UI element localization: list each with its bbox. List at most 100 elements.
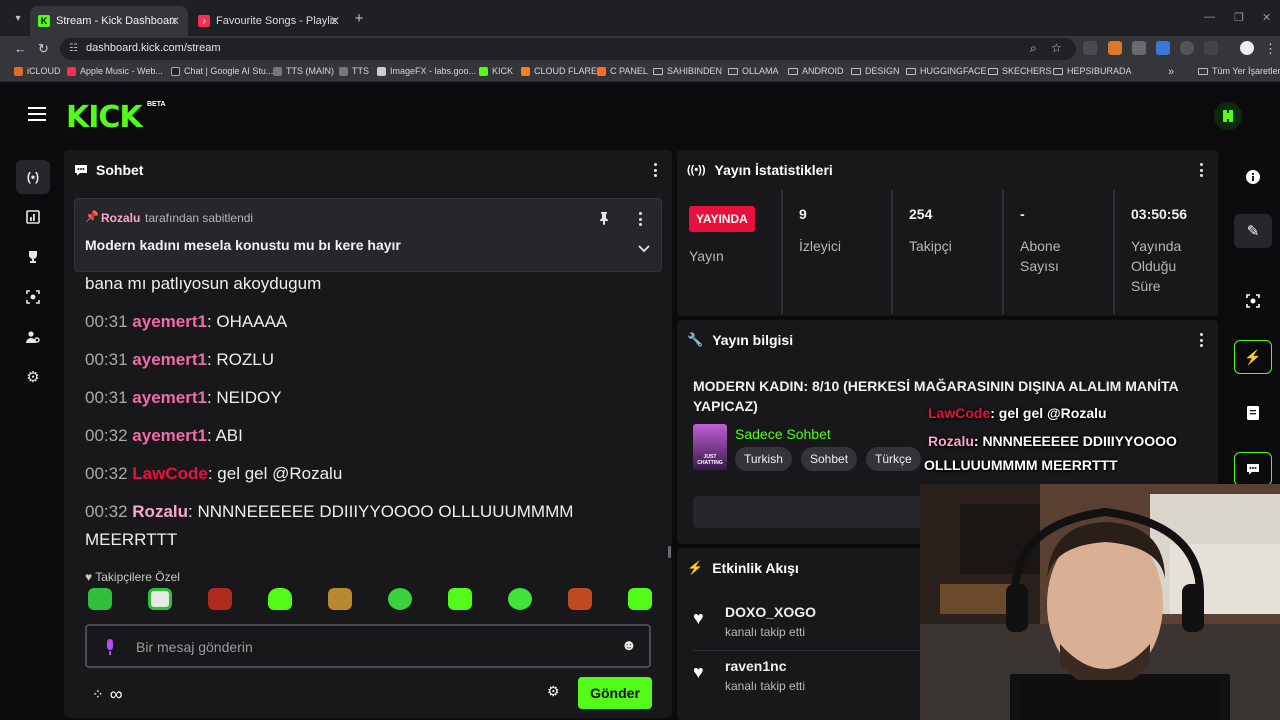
tag-turkce[interactable]: Türkçe (866, 447, 921, 471)
nav-community[interactable] (16, 320, 50, 354)
notes-button[interactable] (1234, 396, 1272, 430)
category-thumbnail[interactable]: JUST CHATTING (693, 424, 727, 470)
pencil-icon: ✎ (1246, 223, 1260, 240)
chat-username[interactable]: ayemert1 (132, 426, 207, 445)
user-avatar[interactable] (1214, 102, 1242, 130)
chat-toggle-button[interactable] (1234, 452, 1272, 486)
extension-icon[interactable] (1132, 41, 1146, 55)
stream-info-options-icon[interactable] (1200, 333, 1204, 347)
bookmark-item[interactable]: ImageFX - labs.goo... (377, 66, 476, 76)
emote[interactable] (148, 588, 172, 610)
chat-username[interactable]: ayemert1 (132, 388, 207, 407)
bookmark-item[interactable]: Apple Music - Web... (67, 66, 163, 76)
restore-icon[interactable]: ❐ (1234, 11, 1244, 24)
close-window-icon[interactable]: ✕ (1262, 11, 1271, 24)
chat-settings-gear-icon[interactable]: ⚙ (547, 683, 560, 700)
nav-analytics[interactable] (16, 200, 50, 234)
extensions-puzzle-icon[interactable] (1204, 41, 1218, 55)
nav-stream[interactable]: (•) (16, 160, 50, 194)
minimize-icon[interactable]: — (1204, 11, 1215, 23)
tag-turkish[interactable]: Turkish (735, 447, 792, 471)
emote[interactable] (388, 588, 412, 610)
bookmarks-overflow-button[interactable]: » (1168, 66, 1174, 78)
new-tab-button[interactable]: + (350, 9, 368, 27)
info-button[interactable] (1234, 160, 1272, 194)
bookmark-folder[interactable]: SKECHERS (988, 66, 1052, 76)
tab-search-button[interactable]: ▾ (9, 9, 27, 27)
microphone-icon[interactable] (105, 639, 115, 655)
close-tab-icon[interactable]: ✕ (330, 14, 340, 28)
bookmark-folder[interactable]: HUGGINGFACE (906, 66, 987, 76)
divider (693, 650, 923, 651)
chevron-down-icon[interactable] (638, 245, 650, 253)
extension-icon[interactable] (1156, 41, 1170, 55)
reload-icon[interactable]: ↻ (38, 41, 49, 57)
bookmarks-bar: iCLOUD Apple Music - Web... Chat | Googl… (0, 62, 1280, 82)
message-input[interactable]: Bir mesaj gönderin ☻ (85, 624, 651, 668)
apple-music-favicon-icon: ♪ (198, 15, 210, 27)
emoji-icon[interactable]: ☻ (621, 637, 637, 654)
emote[interactable] (268, 588, 292, 610)
chat-title: Sohbet (96, 162, 144, 178)
edit-button[interactable]: ✎ (1234, 214, 1272, 248)
all-bookmarks-folder[interactable]: Tüm Yer İşaretleri (1198, 66, 1280, 76)
bookmark-folder[interactable]: OLLAMA (728, 66, 779, 76)
category-link[interactable]: Sadece Sohbet (735, 426, 831, 442)
chat-username[interactable]: LawCode (132, 464, 208, 483)
dots-icon[interactable]: ⁘ (92, 686, 104, 703)
emote[interactable] (448, 588, 472, 610)
emote[interactable] (568, 588, 592, 610)
bookmark-folder[interactable]: DESIGN (851, 66, 900, 76)
tab-kick-dashboard[interactable]: K Stream - Kick Dashboard ✕ (30, 6, 188, 36)
activity-title: Etkinlik Akışı (712, 560, 799, 576)
back-icon[interactable]: ← (14, 41, 27, 56)
clip-button[interactable] (1234, 284, 1272, 318)
chart-icon (26, 210, 40, 224)
tab-favourite-songs[interactable]: ♪ Favourite Songs - Playlist - Appl ✕ (190, 6, 348, 36)
extension-icon[interactable] (1083, 41, 1097, 55)
chat-username[interactable]: ayemert1 (132, 350, 207, 369)
emote[interactable] (328, 588, 352, 610)
site-info-icon[interactable]: ☷ (69, 43, 78, 54)
bookmark-star-icon[interactable]: ☆ (1051, 41, 1062, 55)
nav-achievements[interactable] (16, 240, 50, 274)
bookmark-item[interactable]: iCLOUD (14, 66, 61, 76)
extension-icon[interactable] (1108, 41, 1122, 55)
kick-logo[interactable]: KICK (66, 100, 143, 135)
extension-icon[interactable] (1180, 41, 1194, 55)
bookmark-item[interactable]: TTS (MAIN) (273, 66, 334, 76)
emote[interactable] (208, 588, 232, 610)
quick-actions-button[interactable]: ⚡ (1234, 340, 1272, 374)
address-bar[interactable]: ☷ dashboard.kick.com/stream ⌕ ☆ (60, 38, 1076, 60)
browser-menu-icon[interactable]: ⋮ (1264, 41, 1277, 57)
emote[interactable] (508, 588, 532, 610)
bookmark-folder[interactable]: ANDROID (788, 66, 844, 76)
chat-username[interactable]: Rozalu (132, 502, 188, 521)
unpin-icon[interactable] (599, 211, 609, 225)
hamburger-menu-icon[interactable] (28, 107, 46, 121)
chat-scrollbar[interactable] (668, 546, 671, 558)
bookmark-folder[interactable]: HEPSIBURADA (1053, 66, 1132, 76)
tag-sohbet[interactable]: Sohbet (801, 447, 858, 471)
bookmark-item[interactable]: KICK (479, 66, 513, 76)
send-button[interactable]: Gönder (578, 677, 652, 709)
stats-options-icon[interactable] (1200, 163, 1204, 177)
pinned-by-user[interactable]: Rozalu (101, 211, 140, 225)
bookmark-item[interactable]: CLOUD FLARE (521, 66, 597, 76)
chat-username[interactable]: ayemert1 (132, 312, 207, 331)
nav-clips[interactable] (16, 280, 50, 314)
bookmark-folder[interactable]: SAHIBINDEN (653, 66, 722, 76)
pinned-options-icon[interactable] (639, 212, 643, 226)
close-tab-icon[interactable]: ✕ (170, 14, 180, 28)
emote[interactable] (88, 588, 112, 610)
overlay-chat-line: LawCode: gel gel @Rozalu (928, 405, 1107, 421)
nav-settings[interactable]: ⚙ (16, 360, 50, 394)
chat-options-icon[interactable] (654, 163, 658, 177)
emote[interactable] (628, 588, 652, 610)
zoom-icon[interactable]: ⌕ (1030, 41, 1037, 56)
bookmark-item[interactable]: Chat | Google AI Stu... (171, 66, 273, 76)
infinity-icon[interactable]: ∞ (110, 684, 123, 705)
bookmark-item[interactable]: C PANEL (597, 66, 648, 76)
bookmark-item[interactable]: TTS (339, 66, 369, 76)
profile-avatar[interactable] (1240, 41, 1254, 55)
